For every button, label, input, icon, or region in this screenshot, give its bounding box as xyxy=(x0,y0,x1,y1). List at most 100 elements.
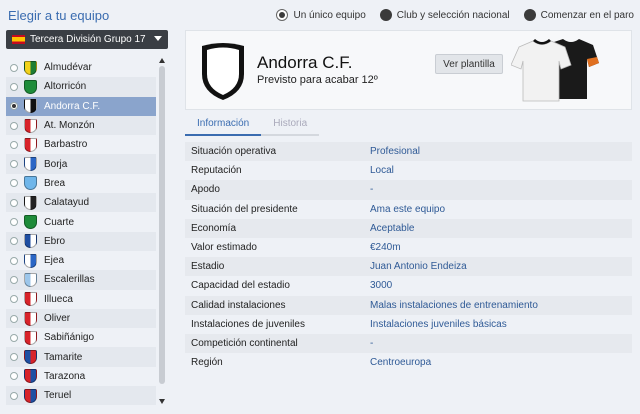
info-row: Situación operativa Profesional xyxy=(185,142,632,162)
info-value: €240m xyxy=(370,242,401,254)
team-list-item[interactable]: Oliver xyxy=(6,308,156,329)
info-label: Situación operativa xyxy=(191,146,277,158)
radio-icon xyxy=(10,179,18,188)
tab-bar: Información Historia xyxy=(185,115,320,136)
info-label: Calidad instalaciones xyxy=(191,299,286,311)
club-prediction: Previsto para acabar 12º xyxy=(257,74,378,86)
mode-option-label: Comenzar en el paro xyxy=(540,9,634,21)
team-list-item[interactable]: Tamarite xyxy=(6,347,156,367)
info-value: Aceptable xyxy=(370,222,415,234)
info-row: Competición continental - xyxy=(185,333,632,354)
team-list-item[interactable]: Almudévar xyxy=(6,58,156,77)
team-list-item[interactable]: Borja xyxy=(6,154,156,174)
team-list-item[interactable]: Escalerillas xyxy=(6,270,156,290)
team-list-item[interactable]: Cuarte xyxy=(6,212,156,231)
team-list-item[interactable]: Sabiñánigo xyxy=(6,328,156,347)
view-squad-button[interactable]: Ver plantilla xyxy=(435,54,503,74)
spain-flag-icon xyxy=(12,35,25,44)
scroll-up-icon[interactable] xyxy=(159,58,165,63)
team-name: Brea xyxy=(44,177,66,189)
team-list-item[interactable]: Barbastro xyxy=(6,135,156,154)
info-value: Malas instalaciones de entrenamiento xyxy=(370,299,538,311)
team-crest-icon xyxy=(24,195,37,210)
team-list-scrollbar[interactable] xyxy=(158,58,167,404)
team-name: Ejea xyxy=(44,255,65,267)
info-value: Instalaciones juveniles básicas xyxy=(370,318,507,330)
club-kit-icon xyxy=(511,39,599,102)
team-list-item[interactable]: Brea xyxy=(6,174,156,193)
info-label: Apodo xyxy=(191,184,220,196)
team-crest-icon xyxy=(24,137,37,152)
team-name: Illueca xyxy=(44,293,73,305)
mode-option-single-team[interactable]: Un único equipo xyxy=(276,9,366,21)
team-name: Calatayud xyxy=(44,197,90,209)
chevron-down-icon xyxy=(154,36,162,41)
team-list-item[interactable]: Illueca xyxy=(6,290,156,309)
mode-option-label: Club y selección nacional xyxy=(396,9,510,21)
info-row: Instalaciones de juveniles Instalaciones … xyxy=(185,315,632,334)
team-name: Almudévar xyxy=(44,62,92,74)
club-name: Andorra C.F. xyxy=(257,53,353,72)
info-row: Calidad instalaciones Malas instalaciones… xyxy=(185,295,632,315)
radio-icon xyxy=(10,314,18,323)
team-list-item[interactable]: Andorra C.F. xyxy=(6,96,156,116)
info-row: Situación del presidente Ama este equipo xyxy=(185,200,632,219)
mode-option-club-and-national[interactable]: Club y selección nacional xyxy=(379,9,510,21)
team-name: Altorricón xyxy=(44,81,87,93)
radio-icon xyxy=(10,295,18,304)
team-list-item[interactable]: Ejea xyxy=(6,251,156,270)
team-crest-icon xyxy=(24,176,37,191)
info-value: 3000 xyxy=(370,280,393,292)
info-label: Economía xyxy=(191,222,237,234)
tab-informacion[interactable]: Información xyxy=(185,115,262,136)
team-crest-icon xyxy=(24,253,37,268)
info-label: Estadio xyxy=(191,261,225,273)
team-crest-icon xyxy=(24,311,37,326)
radio-icon xyxy=(10,140,18,149)
team-crest-icon xyxy=(24,369,37,384)
team-crest-icon xyxy=(24,118,37,133)
team-name: Ebro xyxy=(44,235,66,247)
radio-icon xyxy=(10,237,18,246)
team-crest-icon xyxy=(24,388,37,403)
info-row: Región Centroeuropa xyxy=(185,353,632,372)
info-row: Capacidad del estadio 3000 xyxy=(185,276,632,295)
division-label: Tercera División Grupo 17 xyxy=(30,34,146,45)
info-label: Reputación xyxy=(191,165,242,177)
division-dropdown[interactable]: Tercera División Grupo 17 xyxy=(6,30,168,49)
radio-icon xyxy=(10,256,18,265)
info-row: Economía Aceptable xyxy=(185,218,632,238)
team-crest-icon xyxy=(24,79,37,94)
radio-icon xyxy=(10,102,18,111)
team-crest-icon xyxy=(24,60,37,75)
team-name: Cuarte xyxy=(44,216,75,228)
radio-icon xyxy=(523,9,536,21)
team-name: Escalerillas xyxy=(44,274,95,286)
team-crest-icon xyxy=(24,157,37,172)
radio-icon xyxy=(10,372,18,381)
team-list-item[interactable]: Altorricón xyxy=(6,77,156,97)
team-list-item[interactable]: At. Monzón xyxy=(6,115,156,136)
info-value: - xyxy=(370,337,374,349)
club-crest-icon xyxy=(202,43,244,100)
scroll-thumb[interactable] xyxy=(159,66,165,384)
team-crest-icon xyxy=(24,292,37,307)
team-crest-icon xyxy=(24,272,37,287)
info-row: Apodo - xyxy=(185,180,632,200)
team-list-item[interactable]: Calatayud xyxy=(6,193,156,213)
team-list-item[interactable]: Ebro xyxy=(6,231,156,251)
team-name: Borja xyxy=(44,158,68,170)
info-row: Valor estimado €240m xyxy=(185,238,632,257)
info-value: Juan Antonio Endeiza xyxy=(370,261,467,273)
info-value: Centroeuropa xyxy=(370,357,432,369)
info-row: Estadio Juan Antonio Endeiza xyxy=(185,257,632,277)
radio-icon xyxy=(10,82,18,91)
tab-historia[interactable]: Historia xyxy=(261,115,320,136)
info-value: Ama este equipo xyxy=(370,203,446,215)
mode-option-unemployed[interactable]: Comenzar en el paro xyxy=(523,9,634,21)
radio-icon xyxy=(10,218,18,227)
team-list-item[interactable]: Tarazona xyxy=(6,367,156,386)
scroll-down-icon[interactable] xyxy=(159,399,165,404)
radio-icon xyxy=(10,160,18,169)
team-list-item[interactable]: Teruel xyxy=(6,386,156,406)
